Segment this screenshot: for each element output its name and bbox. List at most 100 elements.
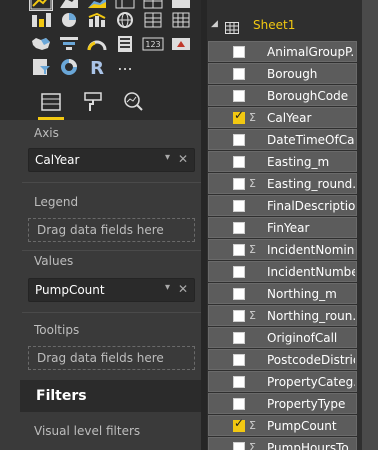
field-row[interactable]: DateTimeOfCall xyxy=(207,129,378,151)
r-visual-icon[interactable]: R xyxy=(86,58,108,76)
funnel-icon[interactable] xyxy=(58,35,80,53)
chevron-down-icon[interactable]: ▾ xyxy=(165,152,170,163)
field-checkbox[interactable] xyxy=(233,310,245,322)
field-row[interactable]: Σ Northing_roun... xyxy=(207,305,378,327)
matrix-grid-icon[interactable] xyxy=(170,11,192,29)
legend-label: Legend xyxy=(34,195,79,209)
filled-map-icon[interactable] xyxy=(30,35,52,53)
card-123-icon[interactable]: 123 xyxy=(142,35,164,53)
field-row[interactable]: PropertyCateg... xyxy=(207,371,378,393)
stacked-area-icon[interactable] xyxy=(86,0,108,10)
analytics-icon[interactable] xyxy=(120,90,146,114)
values-field-pill[interactable]: PumpCount ▾ ✕ xyxy=(28,278,195,302)
donut-icon[interactable] xyxy=(58,58,80,76)
field-row[interactable]: ✓ Σ PumpCount xyxy=(207,415,378,437)
field-checkbox[interactable] xyxy=(233,376,245,388)
field-name: IncidentNomin... xyxy=(267,243,355,257)
kpi-icon[interactable] xyxy=(170,35,192,53)
visualizations-pane: 123 R ... Axis CalYear ▾ ✕ Legend Drag d… xyxy=(0,0,201,450)
fields-tab-icon[interactable] xyxy=(38,90,64,120)
format-paint-icon[interactable] xyxy=(80,90,106,114)
field-checkbox[interactable] xyxy=(233,46,245,58)
field-name: CalYear xyxy=(267,111,312,125)
field-name: OriginofCall xyxy=(267,331,338,345)
field-row[interactable]: PostcodeDistrict xyxy=(207,349,378,371)
tooltips-drop-zone[interactable]: Drag data fields here xyxy=(28,346,195,370)
more-visuals-icon[interactable]: ... xyxy=(114,57,136,76)
field-checkbox[interactable] xyxy=(233,68,245,80)
field-row[interactable]: Σ PumpHoursTo... xyxy=(207,437,378,450)
chevron-down-icon[interactable]: ▾ xyxy=(165,282,170,293)
area-chart-icon[interactable] xyxy=(58,0,80,10)
tooltips-label: Tooltips xyxy=(34,323,80,337)
r-visual-label: R xyxy=(90,58,104,76)
field-checkbox[interactable] xyxy=(233,288,245,300)
field-checkbox[interactable] xyxy=(233,442,245,450)
field-name: FinalDescription xyxy=(267,199,355,213)
slicer-icon[interactable] xyxy=(30,58,52,76)
remove-field-icon[interactable]: ✕ xyxy=(178,282,188,296)
field-checkbox[interactable] xyxy=(233,222,245,234)
field-name: IncidentNumber xyxy=(267,265,355,279)
field-checkbox[interactable] xyxy=(233,266,245,278)
matrix-icon[interactable] xyxy=(142,0,164,10)
field-row[interactable]: PropertyType xyxy=(207,393,378,415)
field-row[interactable]: FinYear xyxy=(207,217,378,239)
table-icon xyxy=(225,19,239,34)
field-checkbox[interactable] xyxy=(233,178,245,190)
field-row[interactable]: FinalDescription xyxy=(207,195,378,217)
sigma-icon: Σ xyxy=(249,419,256,432)
table-icon[interactable] xyxy=(114,0,136,10)
field-row[interactable]: Northing_m xyxy=(207,283,378,305)
gauge-icon[interactable] xyxy=(86,35,108,53)
line-clustered-column-icon[interactable] xyxy=(86,11,108,29)
multi-row-card-icon[interactable] xyxy=(114,35,136,53)
field-checkbox[interactable] xyxy=(233,244,245,256)
field-checkbox[interactable] xyxy=(233,156,245,168)
field-name: PropertyCateg... xyxy=(267,375,355,389)
sigma-icon: Σ xyxy=(249,177,256,190)
stacked-bar-icon[interactable] xyxy=(30,11,52,29)
remove-field-icon[interactable]: ✕ xyxy=(178,152,188,166)
field-name: DateTimeOfCall xyxy=(267,133,355,147)
field-name: Borough xyxy=(267,67,318,81)
field-name: PostcodeDistrict xyxy=(267,353,355,367)
field-checkbox[interactable] xyxy=(233,398,245,410)
field-checkbox[interactable] xyxy=(233,354,245,366)
card-icon[interactable] xyxy=(170,0,192,10)
sigma-icon: Σ xyxy=(249,243,256,256)
field-checkbox[interactable] xyxy=(233,200,245,212)
fields-pane: ◢ Sheet1 AnimalGroupP... Borough BoroughCo… xyxy=(207,0,378,450)
pie-chart-icon[interactable] xyxy=(58,11,80,29)
collapse-caret-icon[interactable]: ◢ xyxy=(211,19,218,29)
field-checkbox[interactable] xyxy=(233,332,245,344)
divider xyxy=(22,312,201,313)
field-name: Northing_roun... xyxy=(267,309,355,323)
field-row[interactable]: BoroughCode xyxy=(207,85,378,107)
sheet-table-row[interactable]: ◢ Sheet1 xyxy=(207,16,378,36)
field-name: PumpCount xyxy=(267,419,337,433)
vertical-scrollbar[interactable] xyxy=(362,0,378,450)
field-row[interactable]: AnimalGroupP... xyxy=(207,41,378,63)
field-row[interactable]: Σ IncidentNomin... xyxy=(207,239,378,261)
sigma-icon: Σ xyxy=(249,111,256,124)
field-checkbox[interactable] xyxy=(233,134,245,146)
field-row[interactable]: Σ Easting_round... xyxy=(207,173,378,195)
divider xyxy=(22,250,201,251)
field-row[interactable]: OriginofCall xyxy=(207,327,378,349)
field-name: AnimalGroupP... xyxy=(267,45,355,59)
line-chart-icon[interactable] xyxy=(29,0,53,11)
field-row[interactable]: Borough xyxy=(207,63,378,85)
axis-field-pill[interactable]: CalYear ▾ ✕ xyxy=(28,148,195,172)
globe-map-icon[interactable] xyxy=(114,11,136,29)
filters-header: Filters xyxy=(20,380,201,412)
field-row[interactable]: ✓ Σ CalYear xyxy=(207,107,378,129)
field-row[interactable]: IncidentNumber xyxy=(207,261,378,283)
field-checkbox[interactable] xyxy=(233,90,245,102)
divider xyxy=(22,182,201,183)
field-name: FinYear xyxy=(267,221,310,235)
grid-table-icon[interactable] xyxy=(142,11,164,29)
legend-drop-zone[interactable]: Drag data fields here xyxy=(28,218,195,242)
field-row[interactable]: Easting_m xyxy=(207,151,378,173)
sigma-icon: Σ xyxy=(249,441,256,450)
